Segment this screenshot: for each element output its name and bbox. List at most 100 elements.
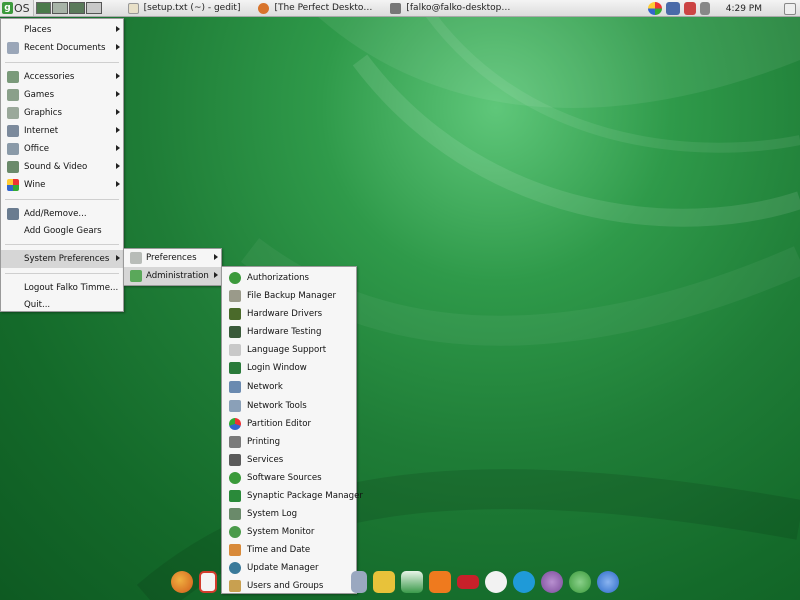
authorizations-icon [229, 272, 241, 284]
menu-item-partition-editor[interactable]: Partition Editor [222, 415, 356, 433]
recent-documents-icon [7, 42, 19, 54]
menu-item-label: Partition Editor [247, 419, 311, 429]
display-icon[interactable] [665, 2, 680, 15]
hardware-drivers-icon [229, 308, 241, 320]
menu-item-network-tools[interactable]: Network Tools [222, 397, 356, 415]
submenu-arrow-icon [116, 163, 120, 169]
menu-item-hardware-drivers[interactable]: Hardware Drivers [222, 305, 356, 323]
gmail-icon[interactable] [199, 571, 217, 593]
menu-item-label: Login Window [247, 363, 307, 373]
submenu-arrow-icon [214, 272, 218, 278]
menu-item-internet[interactable]: Internet [1, 122, 123, 140]
openoffice-calc-icon[interactable] [569, 571, 591, 593]
taskbar-button-firefox[interactable]: [The Perfect Deskto… [254, 0, 376, 17]
menu-item-wine[interactable]: Wine [1, 176, 123, 194]
menu-item-services[interactable]: Services [222, 451, 356, 469]
os-menu-button[interactable]: g OS [0, 0, 34, 16]
menu-item-system-preferences[interactable]: System Preferences [1, 250, 123, 268]
top-panel: g OS [setup.txt (~) - gedit] [The Perfec… [0, 0, 800, 17]
menu-item-accessories[interactable]: Accessories [1, 68, 123, 86]
menu-item-recent-documents[interactable]: Recent Documents [1, 39, 123, 57]
add-remove-icon [7, 208, 19, 220]
firefox-icon[interactable] [171, 571, 193, 593]
office-icon [7, 143, 19, 155]
power-icon[interactable] [784, 2, 796, 15]
menu-item-games[interactable]: Games [1, 86, 123, 104]
menu-item-sound-video[interactable]: Sound & Video [1, 158, 123, 176]
os-menu-label: OS [14, 1, 30, 15]
network-tools-icon [229, 400, 241, 412]
workspace-2[interactable] [68, 2, 85, 14]
system-monitor-icon [229, 526, 241, 538]
menu-item-label: Network Tools [247, 401, 307, 411]
menu-item-add-remove[interactable]: Add/Remove... [1, 205, 123, 223]
time-date-icon [229, 544, 241, 556]
text-editor-icon [127, 2, 139, 14]
submenu-arrow-icon [116, 145, 120, 151]
menu-item-label: Office [24, 144, 50, 154]
menu-item-places[interactable]: Places [1, 21, 123, 39]
shopping-bag-icon[interactable] [373, 571, 395, 593]
os-logo-icon: g [2, 2, 13, 14]
volume-icon[interactable] [699, 2, 710, 15]
taskbar-button-gedit[interactable]: [setup.txt (~) - gedit] [124, 0, 245, 17]
taskbar-button-terminal[interactable]: [falko@falko-desktop… [386, 0, 514, 17]
menu-item-administration[interactable]: Administration [124, 267, 221, 285]
menu-item-login-window[interactable]: Login Window [222, 359, 356, 377]
menu-item-graphics[interactable]: Graphics [1, 104, 123, 122]
menu-item-authorizations[interactable]: Authorizations [222, 269, 356, 287]
menu-item-label: System Monitor [247, 527, 315, 537]
menu-item-label: Services [247, 455, 284, 465]
task-title: [The Perfect Deskto… [274, 3, 373, 13]
main-menu: Places Recent Documents Accessories Game… [0, 18, 124, 312]
menu-item-label: System Log [247, 509, 298, 519]
submenu-arrow-icon [116, 109, 120, 115]
menu-item-system-monitor[interactable]: System Monitor [222, 523, 356, 541]
menu-item-label: Logout Falko Timme... [24, 283, 119, 293]
menu-item-language-support[interactable]: Language Support [222, 341, 356, 359]
youtube-icon[interactable] [457, 575, 479, 589]
clock[interactable]: 4:29 PM [726, 4, 762, 14]
administration-icon [130, 270, 142, 282]
partition-editor-icon [229, 418, 241, 430]
menu-item-quit[interactable]: Quit... [1, 297, 123, 313]
menu-item-label: Quit... [24, 300, 51, 310]
menu-item-synaptic[interactable]: Synaptic Package Manager [222, 487, 363, 505]
network-icon [229, 381, 241, 393]
menu-item-hardware-testing[interactable]: Hardware Testing [222, 323, 356, 341]
openoffice-writer-icon[interactable] [597, 571, 619, 593]
menu-item-software-sources[interactable]: Software Sources [222, 469, 356, 487]
printer-icon [229, 436, 241, 448]
openoffice-impress-icon[interactable] [541, 571, 563, 593]
show-desktop-icon[interactable] [35, 2, 51, 14]
menu-item-printing[interactable]: Printing [222, 433, 356, 451]
picasa-icon[interactable] [401, 571, 423, 593]
system-preferences-menu: Preferences Administration [123, 248, 222, 286]
menu-item-preferences[interactable]: Preferences [124, 249, 221, 267]
network-manager-icon[interactable] [647, 2, 662, 15]
menu-item-network[interactable]: Network [222, 377, 356, 397]
menu-item-label: File Backup Manager [247, 291, 337, 301]
menu-item-system-log[interactable]: System Log [222, 505, 356, 523]
blogger-icon[interactable] [429, 571, 451, 593]
skype-icon[interactable] [513, 571, 535, 593]
menu-item-file-backup-manager[interactable]: File Backup Manager [222, 287, 356, 305]
menu-item-label: Software Sources [247, 473, 322, 483]
menu-item-add-google-gears[interactable]: Add Google Gears [1, 223, 123, 239]
menu-item-logout[interactable]: Logout Falko Timme... [1, 279, 123, 297]
menu-item-label: Language Support [247, 345, 327, 355]
system-tray: 4:29 PM [644, 0, 800, 17]
workspace-1[interactable] [51, 2, 68, 14]
file-backup-icon [229, 290, 241, 302]
scanner-icon[interactable] [351, 571, 367, 593]
workspace-3[interactable] [85, 2, 102, 14]
battery-icon[interactable] [683, 2, 696, 15]
menu-item-time-and-date[interactable]: Time and Date [222, 541, 356, 559]
menu-item-label: Preferences [146, 253, 197, 263]
graphics-icon [7, 107, 19, 119]
submenu-arrow-icon [116, 127, 120, 133]
chat-icon[interactable] [485, 571, 507, 593]
menu-item-office[interactable]: Office [1, 140, 123, 158]
menu-item-label: System Preferences [24, 254, 110, 264]
wine-icon [7, 179, 19, 191]
